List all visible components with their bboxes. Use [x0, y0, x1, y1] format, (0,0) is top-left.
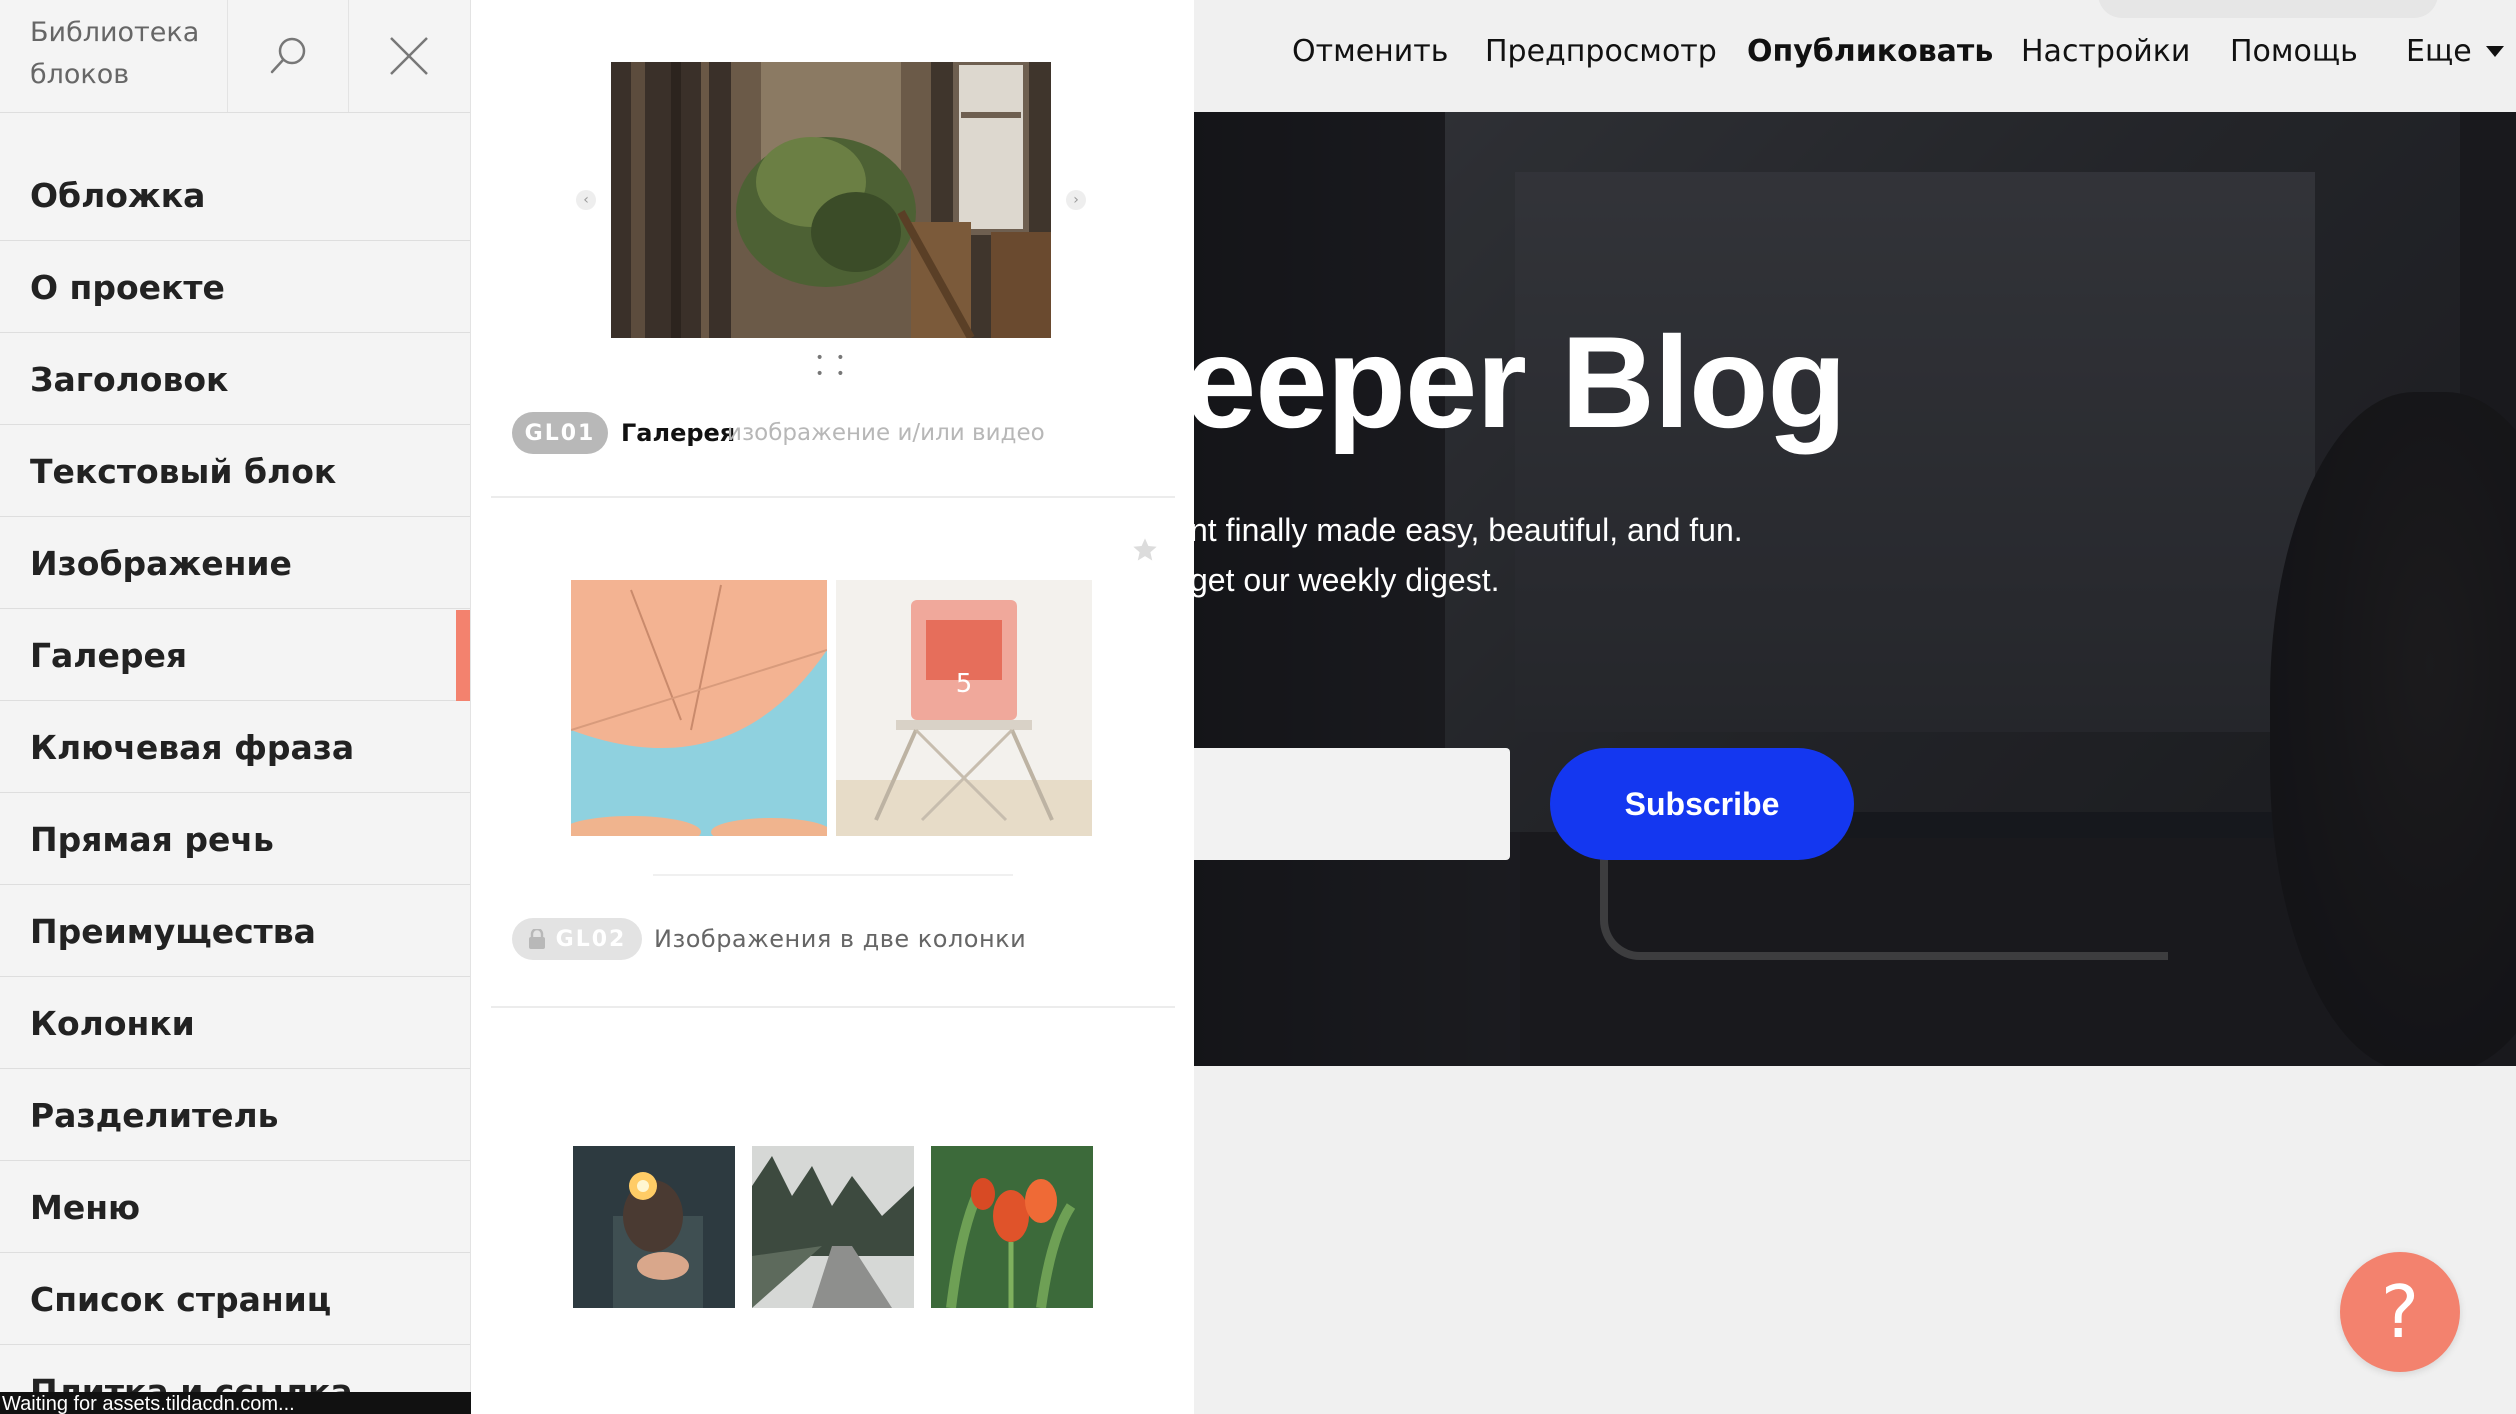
divider: [491, 496, 1175, 498]
block-library-sidebar: Библиотека блоков Обложка О проекте Заго…: [0, 0, 471, 1414]
sparkler-preview-image: [573, 1146, 735, 1308]
lock-icon: [528, 929, 545, 949]
gallery-preview-image: [611, 62, 1051, 338]
sidebar-item-label: Меню: [30, 1187, 141, 1227]
publish-button[interactable]: Опубликовать: [1747, 26, 1993, 76]
sidebar-item-label: Текстовый блок: [30, 451, 337, 491]
sidebar-item-columns[interactable]: Колонки: [0, 978, 470, 1069]
sidebar-item-features[interactable]: Преимущества: [0, 886, 470, 977]
sidebar-item-divider[interactable]: Разделитель: [0, 1070, 470, 1161]
sidebar-item-gallery[interactable]: Галерея: [0, 610, 470, 701]
sidebar-item-heading[interactable]: Заголовок: [0, 334, 470, 425]
sidebar-item-quote[interactable]: Прямая речь: [0, 794, 470, 885]
sidebar-item-about[interactable]: О проекте: [0, 242, 470, 333]
sidebar-item-label: Колонки: [30, 1003, 195, 1043]
more-label: Еще: [2406, 33, 2472, 69]
cancel-button[interactable]: Отменить: [1292, 26, 1448, 76]
lifeguard-tower-preview-image: 5: [836, 580, 1092, 836]
toolbar-ghost-pill: [2098, 0, 2438, 18]
hero-cover-block[interactable]: eeper Blog nt finally made easy, beautif…: [1190, 112, 2516, 1066]
sidebar-title: Библиотека блоков: [30, 17, 200, 90]
sidebar-item-cover[interactable]: Обложка: [0, 150, 470, 241]
sidebar-item-label: Заголовок: [30, 359, 229, 399]
template-list-panel: ‹ › • • • • GL01 Галерея изображение и/и…: [471, 0, 1194, 1414]
search-button[interactable]: [227, 0, 348, 112]
browser-status-bar: Waiting for assets.tildacdn.com...: [0, 1392, 506, 1414]
star-icon[interactable]: [1131, 536, 1159, 564]
sidebar-item-image[interactable]: Изображение: [0, 518, 470, 609]
sidebar-item-label: О проекте: [30, 267, 225, 307]
sidebar-item-text-block[interactable]: Текстовый блок: [0, 426, 470, 517]
sidebar-item-label: Ключевая фраза: [30, 727, 355, 767]
sidebar-item-label: Список страниц: [30, 1279, 332, 1319]
sidebar-item-label: Изображение: [30, 543, 292, 583]
preview-button[interactable]: Предпросмотр: [1485, 26, 1717, 76]
help-button[interactable]: ?: [2340, 1252, 2460, 1372]
email-input[interactable]: [1190, 748, 1510, 860]
help-menu-button[interactable]: Помощь: [2230, 26, 2358, 76]
sidebar-item-label: Галерея: [30, 635, 188, 675]
search-icon: [270, 37, 306, 74]
subscribe-button[interactable]: Subscribe: [1550, 748, 1854, 860]
chevron-right-icon[interactable]: ›: [1066, 190, 1086, 210]
sidebar-header: Библиотека блоков: [0, 0, 470, 113]
sidebar-item-label: Обложка: [30, 175, 206, 215]
hero-title: eeper Blog: [1190, 309, 1847, 455]
chevron-left-icon[interactable]: ‹: [576, 190, 596, 210]
hero-subtitle-line-2: get our weekly digest.: [1190, 562, 1500, 598]
umbrella-preview-image: [571, 580, 827, 836]
template-code-badge-locked: GL02: [512, 918, 642, 960]
svg-text:5: 5: [956, 669, 973, 699]
template-name: Изображения в две колонки: [654, 925, 1027, 953]
template-description: изображение и/или видео: [727, 420, 1045, 446]
template-code-badge: GL01: [512, 412, 608, 454]
active-indicator: [456, 610, 470, 701]
divider: [491, 1006, 1175, 1008]
sidebar-item-label: Преимущества: [30, 911, 316, 951]
slider-dots[interactable]: • • • •: [807, 350, 857, 382]
settings-button[interactable]: Настройки: [2021, 26, 2190, 76]
close-icon: [390, 37, 428, 75]
more-menu-button[interactable]: Еще: [2406, 26, 2504, 76]
tulips-preview-image: [931, 1146, 1093, 1308]
sidebar-item-label: Разделитель: [30, 1095, 279, 1135]
forest-road-preview-image: [752, 1146, 914, 1308]
sidebar-item-key-phrase[interactable]: Ключевая фраза: [0, 702, 470, 793]
template-code: GL02: [555, 926, 627, 952]
close-button[interactable]: [348, 0, 469, 112]
chevron-down-icon: [2485, 45, 2504, 57]
template-name: Галерея: [621, 419, 736, 447]
preview-divider: [653, 874, 1013, 876]
hero-subtitle-line-1: nt finally made easy, beautiful, and fun…: [1190, 512, 1743, 548]
sidebar-item-label: Прямая речь: [30, 819, 274, 859]
sidebar-item-page-list[interactable]: Список страниц: [0, 1254, 470, 1345]
sidebar-item-menu[interactable]: Меню: [0, 1162, 470, 1253]
